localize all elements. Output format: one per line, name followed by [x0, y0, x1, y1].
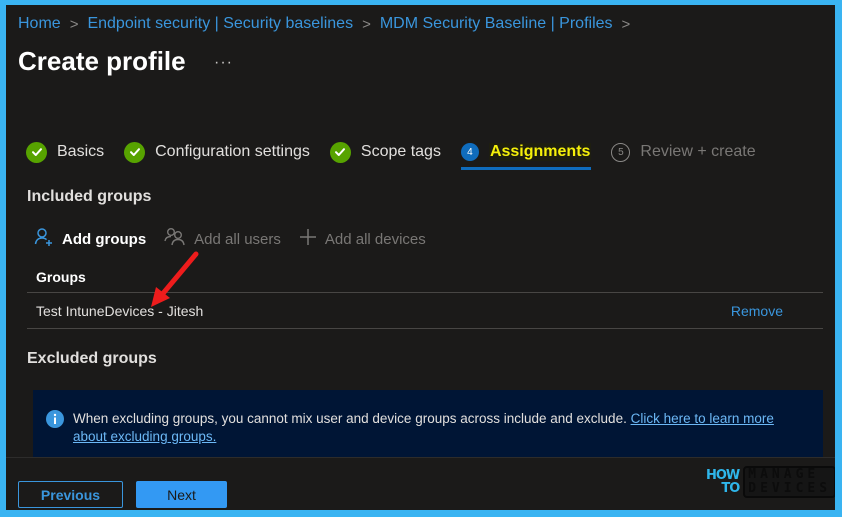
step-basics[interactable]: Basics — [26, 139, 104, 165]
chevron-right-icon: > — [362, 15, 371, 33]
add-all-users-button[interactable]: Add all users — [164, 227, 281, 251]
excluded-groups-heading: Excluded groups — [27, 350, 157, 367]
checkmark-icon — [124, 141, 146, 163]
remove-group-link[interactable]: Remove — [731, 303, 783, 319]
step-label: Basics — [57, 143, 105, 160]
next-button[interactable]: Next — [136, 481, 227, 508]
learn-more-link-text: Click here to learn more — [630, 411, 774, 426]
create-profile-panel: Home > Endpoint security | Security base… — [6, 5, 835, 510]
step-label: Review + create — [640, 143, 756, 160]
breadcrumb-endpoint-security[interactable]: Endpoint security | Security baselines — [87, 15, 353, 33]
info-message: When excluding groups, you cannot mix us… — [73, 411, 631, 426]
breadcrumb-home[interactable]: Home — [18, 15, 61, 33]
logo-text: DEVICES — [748, 481, 832, 496]
exclusion-info-bar: When excluding groups, you cannot mix us… — [33, 390, 823, 458]
step-configuration-settings[interactable]: Configuration settings — [124, 139, 310, 165]
step-assignments[interactable]: 4 Assignments — [460, 139, 592, 170]
chevron-right-icon: > — [69, 15, 79, 33]
step-review-create[interactable]: 5 Review + create — [611, 139, 756, 165]
logo-how-to: HOW TO — [706, 469, 740, 496]
add-all-users-label: Add all users — [194, 230, 281, 248]
info-icon — [46, 410, 64, 433]
page-title: Create profile — [18, 46, 186, 76]
footer-divider — [6, 457, 835, 458]
checkmark-icon — [329, 141, 351, 163]
step-scope-tags[interactable]: Scope tags — [329, 139, 441, 165]
step-label: Configuration settings — [155, 143, 310, 160]
add-user-icon — [34, 227, 62, 251]
included-groups-heading: Included groups — [27, 188, 152, 205]
red-arrow-annotation — [151, 251, 199, 307]
step-number-badge: 4 — [460, 143, 479, 161]
breadcrumb-mdm-baseline-profiles[interactable]: MDM Security Baseline | Profiles — [380, 15, 613, 33]
more-options-button[interactable]: ··· — [214, 54, 233, 72]
wizard-steps: Basics Configuration settings Scope tags… — [26, 139, 776, 170]
people-icon — [164, 227, 194, 251]
previous-button[interactable]: Previous — [18, 481, 123, 508]
logo-text: MANAGE — [748, 467, 820, 482]
logo-text: TO — [721, 481, 740, 496]
add-groups-button[interactable]: Add groups — [34, 227, 146, 251]
step-label: Scope tags — [360, 143, 441, 160]
learn-more-link-text: about excluding groups. — [73, 429, 217, 444]
add-all-devices-label: Add all devices — [324, 230, 426, 248]
how-to-manage-devices-logo: HOW TO MANAGE DEVICES — [706, 466, 835, 498]
step-number-badge: 5 — [611, 142, 631, 162]
plus-icon — [299, 228, 325, 250]
checkmark-icon — [26, 141, 47, 163]
step-label: Assignments — [488, 143, 592, 161]
chevron-right-icon: > — [621, 15, 631, 33]
logo-manage-devices: MANAGE DEVICES — [743, 466, 835, 498]
included-groups-toolbar: Add groups Add all users Add all devices — [34, 227, 444, 251]
add-all-devices-button[interactable]: Add all devices — [299, 228, 426, 250]
breadcrumb: Home > Endpoint security | Security base… — [18, 15, 639, 33]
add-groups-label: Add groups — [62, 230, 147, 248]
